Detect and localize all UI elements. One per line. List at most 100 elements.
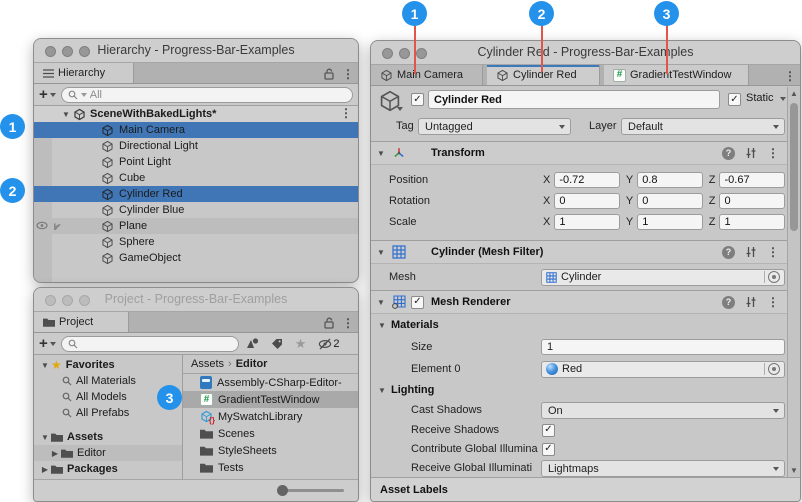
- static-flags-caret-icon[interactable]: [780, 97, 786, 101]
- position-y-field[interactable]: [637, 172, 703, 188]
- label-tag-icon[interactable]: [271, 338, 283, 350]
- hierarchy-item-sphere[interactable]: Sphere: [34, 234, 358, 250]
- materials-size-field[interactable]: 1: [541, 339, 785, 355]
- picking-hand-icon[interactable]: [50, 220, 61, 231]
- foldout-open-icon[interactable]: ▼: [376, 298, 386, 307]
- scroll-up-icon[interactable]: ▲: [788, 89, 800, 98]
- favorites-star-icon[interactable]: ★: [295, 336, 307, 352]
- window-menu-icon[interactable]: ⋮: [342, 68, 354, 80]
- inspector-titlebar[interactable]: Cylinder Red - Progress-Bar-Examples: [371, 41, 800, 65]
- scale-x-field[interactable]: [554, 214, 620, 230]
- tree-item-editor[interactable]: ▶ Editor: [34, 445, 182, 461]
- hierarchy-item-main-camera[interactable]: Main Camera: [34, 122, 358, 138]
- scale-z-field[interactable]: [719, 214, 785, 230]
- tab-cylinder-red[interactable]: Cylinder Red: [487, 65, 600, 85]
- receive-gi-dropdown[interactable]: Lightmaps: [541, 460, 785, 477]
- project-search[interactable]: [61, 336, 239, 352]
- mesh-filter-header[interactable]: ▼ Cylinder (Mesh Filter) ? ⋮: [371, 240, 787, 264]
- help-icon[interactable]: ?: [722, 246, 735, 259]
- slider-knob[interactable]: [277, 485, 288, 496]
- cast-shadows-dropdown[interactable]: On: [541, 402, 785, 419]
- scale-y-field[interactable]: [637, 214, 703, 230]
- presets-icon[interactable]: [745, 296, 757, 308]
- minimize-icon[interactable]: [62, 46, 73, 57]
- transform-header[interactable]: ▼ Transform ? ⋮: [371, 141, 787, 165]
- hierarchy-search[interactable]: [61, 87, 353, 103]
- materials-foldout[interactable]: ▼ Materials: [371, 314, 787, 336]
- tab-hierarchy[interactable]: Hierarchy: [34, 63, 134, 83]
- tree-item-assets[interactable]: ▼ Assets: [34, 429, 182, 445]
- tab-main-camera[interactable]: Main Camera: [371, 65, 483, 85]
- minimize-icon[interactable]: [399, 48, 410, 59]
- foldout-closed-icon[interactable]: ▶: [50, 449, 60, 458]
- add-asset-button[interactable]: +: [39, 336, 56, 351]
- help-icon[interactable]: ?: [722, 147, 735, 160]
- component-menu-icon[interactable]: ⋮: [767, 296, 779, 308]
- asset-myswatchlibrary[interactable]: {} MySwatchLibrary: [183, 408, 358, 425]
- search-filter-caret-icon[interactable]: [81, 93, 87, 97]
- contribute-gi-checkbox[interactable]: ✓: [542, 443, 555, 456]
- scrollbar-thumb[interactable]: [790, 103, 798, 231]
- scroll-down-icon[interactable]: ▼: [788, 466, 800, 475]
- hierarchy-item-gameobject[interactable]: GameObject: [34, 250, 358, 266]
- visibility-eye-icon[interactable]: [36, 220, 48, 231]
- close-icon[interactable]: [45, 295, 56, 306]
- lock-icon[interactable]: [324, 68, 335, 80]
- tree-item-all-materials[interactable]: All Materials: [34, 373, 182, 389]
- tab-gradienttestwindow[interactable]: # GradientTestWindow: [604, 65, 749, 85]
- inspector-scrollbar[interactable]: ▲ ▼: [787, 87, 800, 477]
- search-by-type-icon[interactable]: [246, 337, 259, 350]
- icon-picker-caret-icon[interactable]: [397, 107, 403, 111]
- rotation-x-field[interactable]: [554, 193, 620, 209]
- window-traffic-lights[interactable]: [45, 295, 90, 306]
- static-checkbox[interactable]: ✓: [728, 93, 741, 106]
- window-menu-icon[interactable]: ⋮: [342, 317, 354, 329]
- foldout-closed-icon[interactable]: ▶: [40, 465, 50, 474]
- presets-icon[interactable]: [745, 147, 757, 159]
- presets-icon[interactable]: [745, 246, 757, 258]
- maximize-icon[interactable]: [416, 48, 427, 59]
- hierarchy-titlebar[interactable]: Hierarchy - Progress-Bar-Examples: [34, 39, 358, 63]
- layer-dropdown[interactable]: Default: [621, 118, 785, 135]
- hierarchy-item-plane[interactable]: Plane: [34, 218, 358, 234]
- element0-object-field[interactable]: Red: [541, 361, 785, 378]
- scene-row[interactable]: ▼ SceneWithBakedLights* ⋮: [34, 106, 358, 122]
- add-object-button[interactable]: +: [39, 87, 56, 102]
- hierarchy-item-cylinder-blue[interactable]: Cylinder Blue: [34, 202, 358, 218]
- tree-item-favorites[interactable]: ▼ ★ Favorites: [34, 357, 182, 373]
- breadcrumb-current[interactable]: Editor: [236, 358, 268, 370]
- maximize-icon[interactable]: [79, 295, 90, 306]
- foldout-open-icon[interactable]: ▼: [376, 149, 386, 158]
- foldout-open-icon[interactable]: ▼: [61, 110, 71, 119]
- window-traffic-lights[interactable]: [45, 46, 90, 57]
- scene-menu-icon[interactable]: ⋮: [340, 107, 352, 119]
- hidden-count-button[interactable]: 2: [318, 338, 339, 350]
- asset-tests-folder[interactable]: Tests: [183, 459, 358, 476]
- hierarchy-item-point-light[interactable]: Point Light: [34, 154, 358, 170]
- close-icon[interactable]: [45, 46, 56, 57]
- window-traffic-lights[interactable]: [382, 48, 427, 59]
- mesh-renderer-header[interactable]: ▼ ✓ Mesh Renderer ? ⋮: [371, 290, 787, 314]
- object-picker-button[interactable]: [764, 363, 780, 375]
- minimize-icon[interactable]: [62, 295, 73, 306]
- lock-icon[interactable]: [324, 317, 335, 329]
- rotation-y-field[interactable]: [637, 193, 703, 209]
- foldout-open-icon[interactable]: ▼: [40, 433, 50, 442]
- breadcrumb-root[interactable]: Assets: [191, 358, 224, 370]
- project-search-input[interactable]: [81, 338, 232, 350]
- component-enabled-checkbox[interactable]: ✓: [411, 296, 424, 309]
- asset-scenes-folder[interactable]: Scenes: [183, 425, 358, 442]
- hierarchy-item-cube[interactable]: Cube: [34, 170, 358, 186]
- component-menu-icon[interactable]: ⋮: [767, 246, 779, 258]
- foldout-open-icon[interactable]: ▼: [376, 248, 386, 257]
- foldout-open-icon[interactable]: ▼: [40, 361, 50, 370]
- tag-dropdown[interactable]: Untagged: [418, 118, 571, 135]
- window-menu-icon[interactable]: ⋮: [784, 70, 796, 82]
- maximize-icon[interactable]: [79, 46, 90, 57]
- hierarchy-item-cylinder-red[interactable]: Cylinder Red: [34, 186, 358, 202]
- tab-project[interactable]: Project: [34, 312, 129, 332]
- tree-item-packages[interactable]: ▶ Packages: [34, 461, 182, 477]
- position-x-field[interactable]: [554, 172, 620, 188]
- object-picker-button[interactable]: [764, 271, 780, 283]
- asset-assembly[interactable]: Assembly-CSharp-Editor-: [183, 374, 358, 391]
